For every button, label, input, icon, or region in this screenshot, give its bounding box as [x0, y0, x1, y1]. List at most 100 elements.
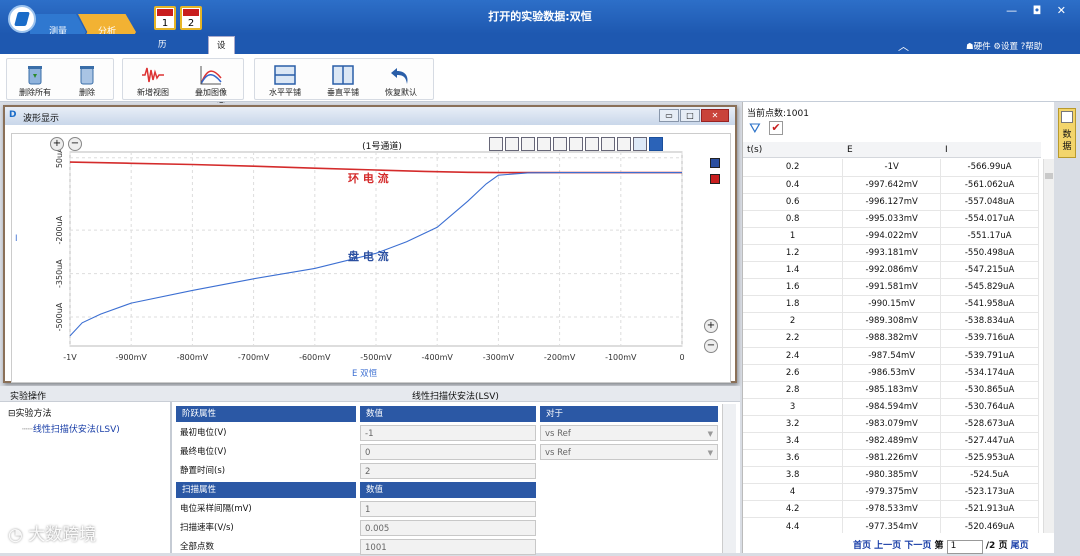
collapse-ribbon-icon[interactable]: ︿ [898, 38, 909, 54]
fit-tool-icon[interactable] [585, 137, 599, 151]
table-row[interactable]: 3.6 -981.226mV -525.953uA [743, 449, 1039, 468]
sample-interval-field[interactable]: 1 [360, 501, 536, 517]
table-row[interactable]: 4.4 -977.354mV -520.469uA [743, 517, 1039, 533]
close-icon[interactable]: ✕ [701, 109, 729, 122]
table-row[interactable]: 4 -979.375mV -523.173uA [743, 483, 1039, 502]
initial-potential-field[interactable]: -1 [360, 425, 536, 441]
page-input[interactable]: 1 [946, 540, 983, 554]
marker-tool-icon[interactable] [569, 137, 583, 151]
tab-design[interactable]: 设计状态 [208, 36, 235, 105]
table-row[interactable]: 2.6 -986.53mV -534.174uA [743, 364, 1039, 382]
eraser-tool-icon[interactable] [553, 137, 567, 151]
recycle-bin-icon [28, 66, 42, 85]
filter-icon[interactable]: ⛛ [749, 121, 761, 137]
horizontal-tile-button[interactable]: 水平平铺 [259, 59, 311, 101]
x-axis-label: E 双恒 [352, 369, 378, 379]
table-scrollbar[interactable] [1043, 159, 1054, 533]
cell-e: -997.642mV [842, 176, 942, 194]
zoom-in-y-icon[interactable]: + [704, 319, 718, 333]
table-row[interactable]: 1 -994.022mV -551.17uA [743, 227, 1039, 245]
help-link[interactable]: 帮助 [1025, 42, 1042, 52]
hardware-link[interactable]: 硬件 [974, 42, 991, 52]
table-row[interactable]: 3.8 -980.385mV -524.5uA [743, 466, 1039, 485]
target-icon[interactable] [489, 137, 503, 151]
quiet-time-field[interactable]: 2 [360, 463, 536, 479]
new-view-button[interactable]: 新增视图 [127, 59, 179, 101]
cell-t: 0.4 [743, 176, 844, 194]
delete-all-button[interactable]: 删除所有 [9, 59, 61, 101]
legend-swatch-ring[interactable] [710, 174, 720, 184]
vertical-tile-button[interactable]: 垂直平铺 [317, 59, 369, 101]
maximize-icon[interactable]: □ [680, 109, 700, 122]
table-row[interactable]: 0.6 -996.127mV -557.048uA [743, 193, 1039, 211]
table-row[interactable]: 2.4 -987.54mV -539.791uA [743, 347, 1039, 365]
scan-rate-field[interactable]: 0.005 [360, 520, 536, 536]
table-row[interactable]: 3 -984.594mV -530.764uA [743, 398, 1039, 416]
line-tool-icon[interactable] [505, 137, 519, 151]
gear-icon[interactable]: ⚙ [993, 42, 1001, 52]
tree-child[interactable]: ┄┄线性扫描伏安法(LSV) [22, 422, 120, 435]
table-row[interactable]: 1.6 -991.581mV -545.829uA [743, 278, 1039, 297]
table-header: t(s) E I [743, 142, 1041, 158]
chevron-down-icon[interactable]: ▼ [708, 426, 713, 442]
tab-history[interactable]: 历史数据 [150, 36, 175, 104]
tree-root[interactable]: ⊟实验方法 [8, 406, 52, 419]
checkbox-icon[interactable]: ✔ [769, 121, 783, 135]
horizontal-tile-icon [274, 65, 296, 85]
table-row[interactable]: 1.2 -993.181mV -550.498uA [743, 244, 1039, 263]
delete-button[interactable]: 删除 [61, 59, 113, 101]
settings-link[interactable]: 设置 [1001, 42, 1018, 52]
table-row[interactable]: 2.8 -985.183mV -530.865uA [743, 381, 1039, 399]
waveform-titlebar: D 波形显示 ▭ □ ✕ [5, 107, 735, 125]
scroll-thumb[interactable] [1045, 173, 1053, 179]
minimize-icon[interactable]: ▭ [659, 109, 679, 122]
tree-expand-icon[interactable]: ⊟ [8, 409, 16, 419]
col-header-e[interactable]: E [847, 145, 853, 155]
properties-scrollbar[interactable] [722, 404, 736, 553]
data-side-tab[interactable]: 数据 [1058, 108, 1076, 158]
zoom-in-icon[interactable]: + [50, 137, 64, 151]
save-icon[interactable] [649, 137, 663, 151]
cell-i: -551.17uA [940, 227, 1039, 245]
hardware-icon[interactable]: ☗ [966, 42, 974, 52]
restore-default-button[interactable]: 恢复默认 [375, 59, 427, 101]
derivative-tool-icon[interactable] [617, 137, 631, 151]
pager-prev[interactable]: 上一页 [874, 541, 901, 551]
image-tool-icon[interactable] [633, 137, 647, 151]
final-potential-field[interactable]: 0 [360, 444, 536, 460]
col-header-t[interactable]: t(s) [747, 145, 762, 155]
number-tab-1[interactable]: 1 [154, 6, 176, 30]
number-tab-2[interactable]: 2 [180, 6, 202, 30]
table-row[interactable]: 3.4 -982.489mV -527.447uA [743, 432, 1039, 451]
legend-swatch-disk[interactable] [710, 158, 720, 168]
peak-tool-icon[interactable] [537, 137, 551, 151]
pager-next[interactable]: 下一页 [904, 541, 931, 551]
col-header-i[interactable]: I [945, 145, 948, 155]
table-row[interactable]: 0.2 -1V -566.99uA [743, 159, 1039, 177]
cell-i: -539.716uA [940, 329, 1039, 348]
table-row[interactable]: 0.4 -997.642mV -561.062uA [743, 176, 1039, 194]
cell-i: -527.447uA [940, 432, 1039, 451]
window-controls[interactable]: — ◘ ✕ [1006, 4, 1072, 17]
ring-current-annotation: 环 电 流 [348, 172, 389, 185]
table-row[interactable]: 4.2 -978.533mV -521.913uA [743, 500, 1039, 519]
pager-first[interactable]: 首页 [853, 541, 871, 551]
chevron-down-icon[interactable]: ▼ [708, 445, 713, 461]
initial-potential-ref[interactable]: vs Ref ▼ [540, 425, 718, 441]
integrate-tool-icon[interactable] [601, 137, 615, 151]
slope-tool-icon[interactable] [521, 137, 535, 151]
table-row[interactable]: 2 -989.308mV -538.834uA [743, 312, 1039, 331]
table-row[interactable]: 3.2 -983.079mV -528.673uA [743, 415, 1039, 434]
table-row[interactable]: 1.4 -992.086mV -547.215uA [743, 261, 1039, 280]
cell-e: -990.15mV [842, 295, 942, 314]
final-potential-ref[interactable]: vs Ref ▼ [540, 444, 718, 460]
zoom-out-y-icon[interactable]: − [704, 339, 718, 353]
table-row[interactable]: 2.2 -988.382mV -539.716uA [743, 329, 1039, 348]
pager-page-prefix: 第 [934, 541, 944, 551]
final-potential-label: 最终电位(V) [180, 447, 227, 457]
pager-last[interactable]: 尾页 [1011, 541, 1029, 551]
zoom-out-icon[interactable]: − [68, 137, 82, 151]
overlay-button[interactable]: 叠加图像 [185, 59, 237, 101]
table-row[interactable]: 0.8 -995.033mV -554.017uA [743, 210, 1039, 228]
table-row[interactable]: 1.8 -990.15mV -541.958uA [743, 295, 1039, 314]
